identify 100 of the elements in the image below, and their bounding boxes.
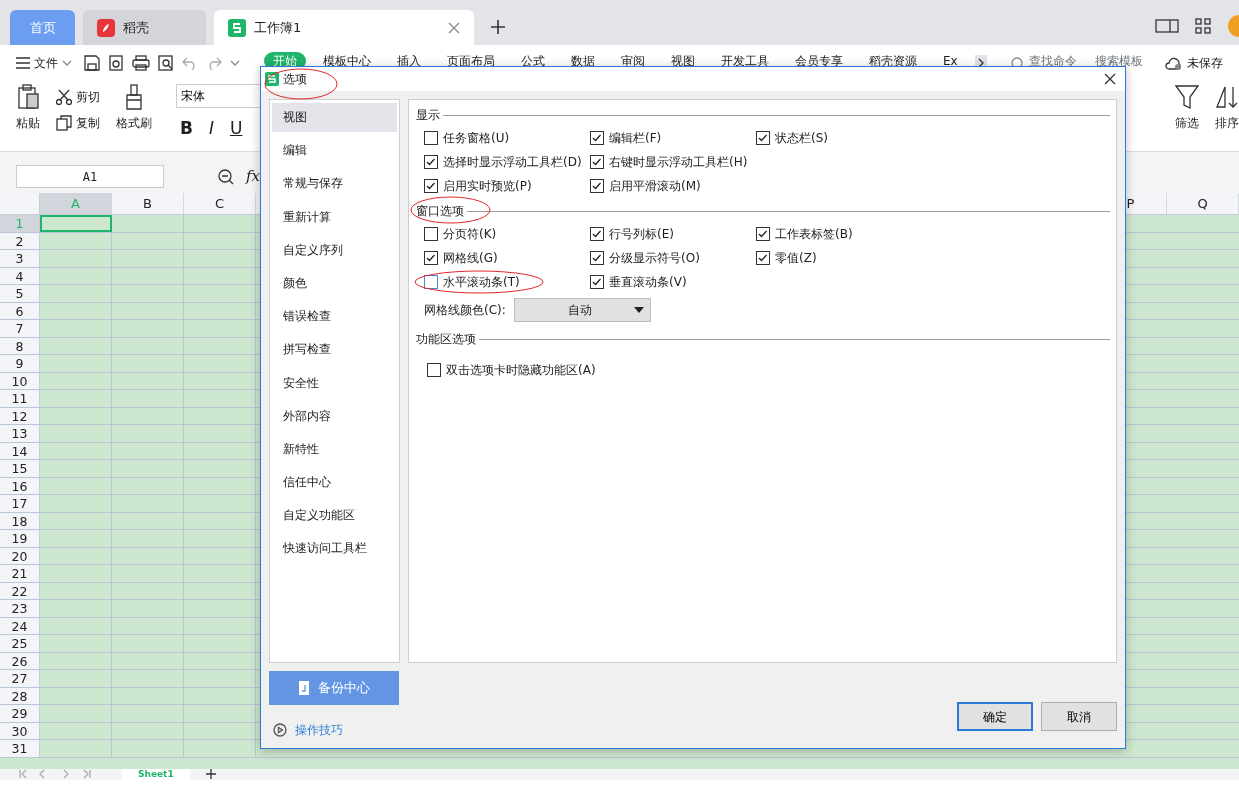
row-header[interactable]: 15	[0, 460, 40, 477]
nav-item[interactable]: 新特性	[272, 434, 397, 464]
checkbox[interactable]	[424, 179, 438, 193]
checkbox-option[interactable]: 分页符(K)	[424, 225, 590, 243]
cut-button[interactable]: 剪切	[56, 88, 100, 106]
ribbon-tab[interactable]: 会员专享	[786, 51, 852, 70]
nav-item[interactable]: 自定义序列	[272, 235, 397, 265]
row-header[interactable]: 31	[0, 740, 40, 757]
window-mode-icon[interactable]	[1155, 19, 1179, 33]
color-select[interactable]: 自动	[513, 298, 651, 322]
row-header[interactable]: 29	[0, 705, 40, 722]
checkbox[interactable]	[424, 227, 438, 241]
app-tab[interactable]: 稻壳	[83, 10, 206, 45]
checkbox-option[interactable]: 任务窗格(U)	[424, 129, 590, 147]
add-tab-icon[interactable]	[490, 19, 506, 35]
column-header[interactable]: Q	[1167, 193, 1239, 214]
dialog-button[interactable]: 取消	[1041, 702, 1117, 731]
checkbox[interactable]	[590, 251, 604, 265]
zoom-icon[interactable]	[218, 168, 234, 185]
close-icon[interactable]	[1104, 73, 1116, 85]
ribbon-tab[interactable]: 模板中心	[314, 51, 380, 70]
nav-item[interactable]: 信任中心	[272, 468, 397, 498]
checkbox[interactable]	[756, 131, 770, 145]
format-painter-button[interactable]: 格式刷	[116, 84, 152, 151]
preview-icon[interactable]	[158, 54, 174, 71]
nav-item[interactable]: 自定义功能区	[272, 501, 397, 531]
checkbox-option[interactable]: 网格线(G)	[424, 249, 590, 267]
paste-button[interactable]: 粘贴	[16, 84, 40, 151]
row-header[interactable]: 7	[0, 320, 40, 337]
checkbox-option[interactable]: 分级显示符号(O)	[590, 249, 756, 267]
print-icon[interactable]	[132, 54, 150, 71]
file-menu[interactable]: 文件	[16, 53, 72, 72]
selected-cell[interactable]	[40, 215, 112, 232]
checkbox[interactable]	[756, 251, 770, 265]
add-sheet-icon[interactable]	[205, 769, 216, 779]
nav-item[interactable]: 安全性	[272, 368, 397, 398]
row-header[interactable]: 21	[0, 565, 40, 582]
checkbox[interactable]	[590, 179, 604, 193]
checkbox-option[interactable]: 双击选项卡时隐藏功能区(A)	[427, 361, 593, 379]
sort-button[interactable]: 排序	[1215, 84, 1239, 151]
nav-item[interactable]: 拼写检查	[272, 335, 397, 365]
checkbox-option[interactable]: 水平滚动条(T)	[424, 273, 590, 291]
row-header[interactable]: 3	[0, 250, 40, 267]
export-icon[interactable]	[108, 54, 124, 71]
checkbox[interactable]	[427, 363, 441, 377]
row-header[interactable]: 23	[0, 600, 40, 617]
save-status[interactable]: 未保存	[1165, 53, 1223, 72]
copy-button[interactable]: 复制	[56, 114, 100, 132]
app-tab[interactable]: 工作簿1	[214, 10, 474, 45]
checkbox[interactable]	[590, 155, 604, 169]
filter-button[interactable]: 筛选	[1175, 84, 1199, 151]
dropdown-icon[interactable]	[230, 58, 240, 67]
checkbox-option[interactable]: 编辑栏(F)	[590, 129, 756, 147]
checkbox-option[interactable]: 状态栏(S)	[756, 129, 922, 147]
checkbox-option[interactable]: 选择时显示浮动工具栏(D)	[424, 153, 590, 171]
name-box[interactable]: A1	[16, 165, 164, 188]
tips-link[interactable]: 操作技巧	[269, 721, 399, 739]
column-header[interactable]: B	[112, 193, 184, 214]
checkbox-option[interactable]: 启用平滑滚动(M)	[590, 177, 756, 195]
nav-item[interactable]: 快速访问工具栏	[272, 534, 397, 564]
ribbon-tab[interactable]: 插入	[388, 51, 430, 70]
ribbon-tab[interactable]: 审阅	[612, 51, 654, 70]
checkbox-option[interactable]: 垂直滚动条(V)	[590, 273, 756, 291]
checkbox[interactable]	[590, 227, 604, 241]
row-header[interactable]: 9	[0, 355, 40, 372]
checkbox[interactable]	[590, 275, 604, 289]
nav-item[interactable]: 重新计算	[272, 202, 397, 232]
checkbox-option[interactable]: 零值(Z)	[756, 249, 922, 267]
checkbox-option[interactable]: 启用实时预览(P)	[424, 177, 590, 195]
row-header[interactable]: 13	[0, 425, 40, 442]
row-header[interactable]: 27	[0, 670, 40, 687]
checkbox-option[interactable]: 工作表标签(B)	[756, 225, 922, 243]
search-template-link[interactable]: 搜索模板	[1094, 51, 1143, 70]
nav-item[interactable]: 视图	[272, 103, 397, 132]
apps-grid-icon[interactable]	[1195, 18, 1211, 34]
ribbon-tab[interactable]: 页面布局	[438, 51, 504, 70]
font-style-button[interactable]: U	[230, 116, 243, 142]
nav-item[interactable]: 编辑	[272, 136, 397, 166]
row-header[interactable]: 25	[0, 635, 40, 652]
font-style-button[interactable]: B	[180, 116, 193, 142]
row-header[interactable]: 5	[0, 285, 40, 302]
nav-item[interactable]: 颜色	[272, 268, 397, 298]
font-style-button[interactable]: I	[208, 116, 214, 142]
checkbox[interactable]	[424, 155, 438, 169]
checkbox-option[interactable]: 行号列标(E)	[590, 225, 756, 243]
checkbox-option[interactable]: 右键时显示浮动工具栏(H)	[590, 153, 756, 171]
row-header[interactable]: 17	[0, 495, 40, 512]
row-header[interactable]: 19	[0, 530, 40, 547]
ribbon-tab[interactable]: 公式	[512, 51, 554, 70]
dialog-button[interactable]: 确定	[957, 702, 1033, 731]
checkbox[interactable]	[424, 251, 438, 265]
nav-item[interactable]: 错误检查	[272, 302, 397, 332]
checkbox[interactable]	[756, 227, 770, 241]
column-header[interactable]: C	[184, 193, 256, 214]
checkbox[interactable]	[424, 131, 438, 145]
checkbox[interactable]	[590, 131, 604, 145]
checkbox[interactable]	[424, 275, 438, 289]
nav-item[interactable]: 常规与保存	[272, 169, 397, 199]
save-icon[interactable]	[84, 54, 100, 71]
row-header[interactable]: 11	[0, 390, 40, 407]
